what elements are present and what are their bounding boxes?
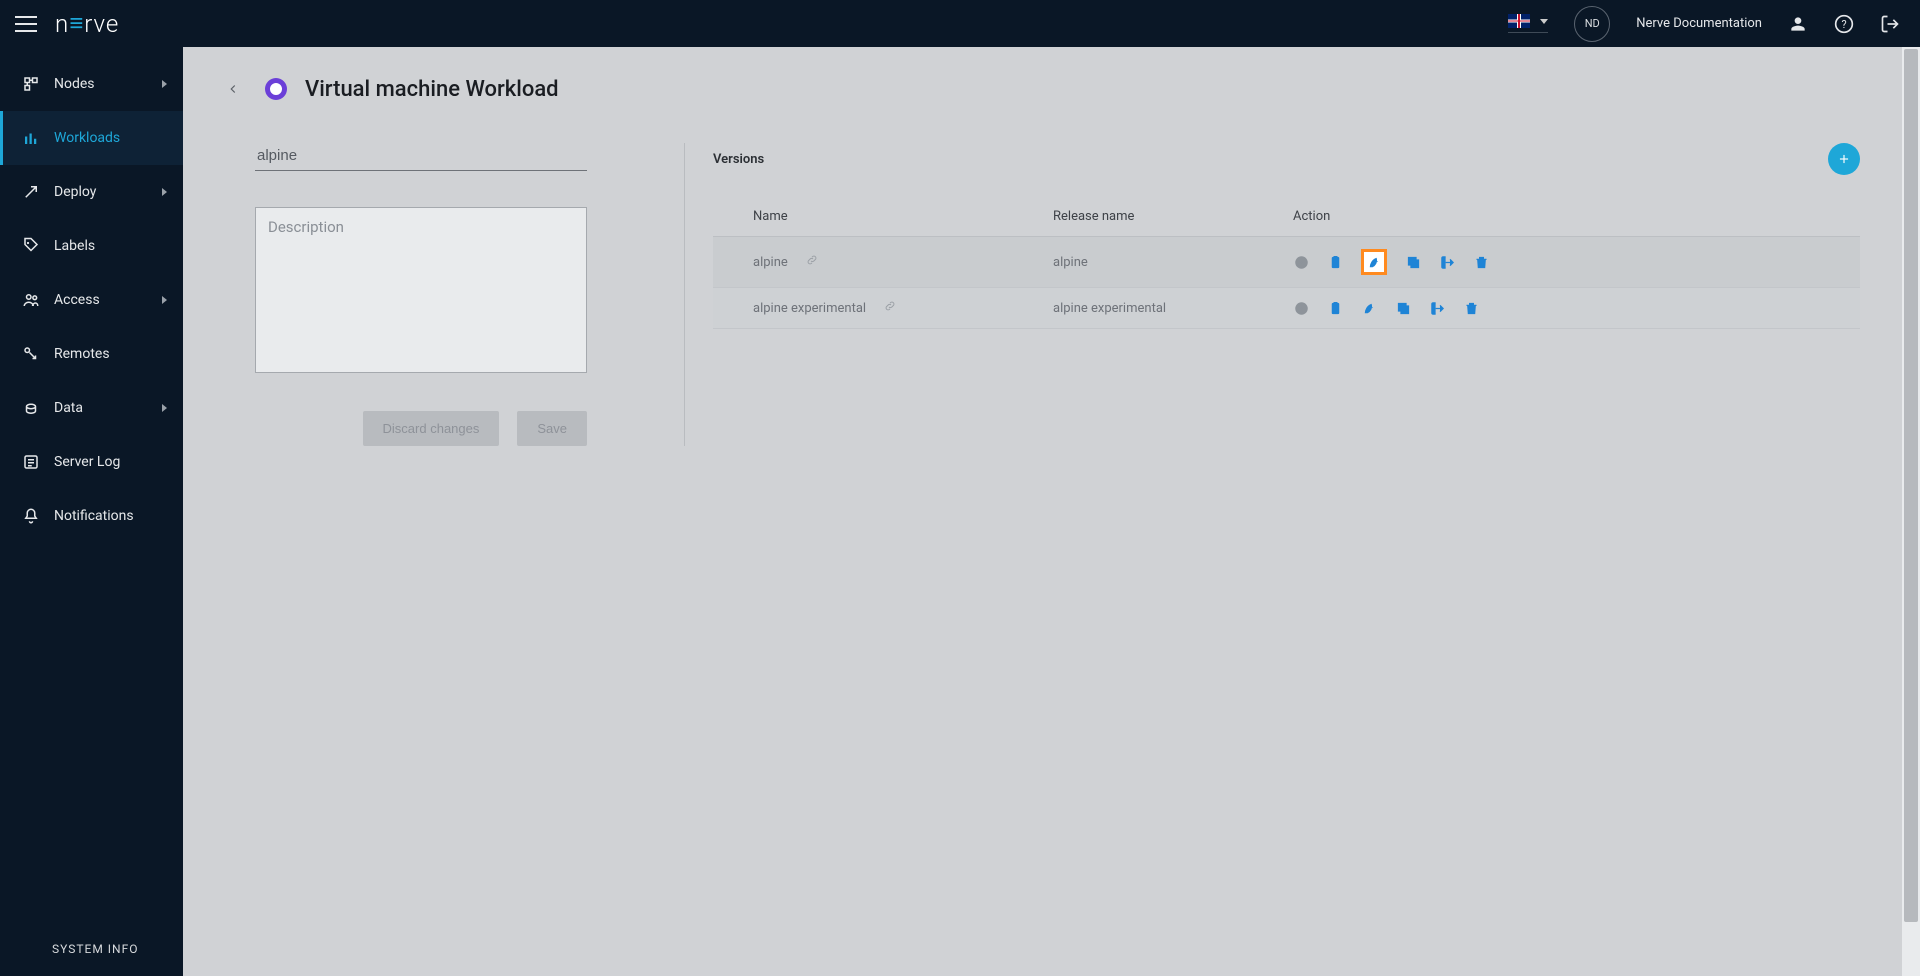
column-name: Name: [753, 209, 1053, 224]
logout-icon[interactable]: [1880, 14, 1900, 34]
trash-icon[interactable]: [1463, 300, 1479, 316]
remotes-icon: [22, 345, 40, 363]
export-icon[interactable]: [1439, 254, 1455, 270]
sidebar-item-label: Labels: [54, 238, 95, 254]
sidebar-item-label: Nodes: [54, 76, 95, 92]
sidebar-item-nodes[interactable]: Nodes: [0, 57, 183, 111]
sidebar-item-deploy[interactable]: Deploy: [0, 165, 183, 219]
unlink-icon: [806, 254, 818, 270]
user-avatar[interactable]: ND: [1574, 6, 1610, 42]
sidebar-item-label: Access: [54, 292, 100, 308]
deploy-action-highlighted[interactable]: [1361, 249, 1387, 275]
sidebar-item-label: Workloads: [54, 130, 120, 146]
language-selector[interactable]: [1508, 14, 1548, 33]
access-icon: [22, 291, 40, 309]
unlink-icon: [884, 300, 896, 316]
main-content: Virtual machine Workload Discard changes…: [183, 47, 1920, 976]
labels-icon: [22, 237, 40, 255]
scrollbar[interactable]: [1902, 47, 1920, 976]
rocket-icon: [1366, 254, 1382, 270]
sidebar-item-label: Data: [54, 400, 83, 416]
sidebar-item-label: Notifications: [54, 508, 134, 524]
add-version-button[interactable]: [1828, 143, 1860, 175]
sidebar-item-labels[interactable]: Labels: [0, 219, 183, 273]
deploy-icon: [22, 183, 40, 201]
clipboard-icon[interactable]: [1327, 254, 1343, 270]
column-release: Release name: [1053, 209, 1293, 224]
trash-icon[interactable]: [1473, 254, 1489, 270]
chevron-right-icon: [162, 188, 167, 196]
copy-icon[interactable]: [1405, 254, 1421, 270]
sidebar-item-label: Server Log: [54, 454, 120, 470]
documentation-link[interactable]: Nerve Documentation: [1636, 16, 1762, 31]
sidebar-item-label: Remotes: [54, 346, 110, 362]
notifications-icon: [22, 507, 40, 525]
sidebar-item-notifications[interactable]: Notifications: [0, 489, 183, 543]
version-name: alpine experimental: [753, 301, 866, 316]
rocket-icon[interactable]: [1361, 300, 1377, 316]
page-title: Virtual machine Workload: [305, 77, 559, 102]
system-info-link[interactable]: SYSTEM INFO: [0, 942, 183, 976]
sidebar-item-label: Deploy: [54, 184, 96, 200]
discard-button[interactable]: Discard changes: [363, 411, 500, 446]
cancel-icon[interactable]: [1293, 254, 1309, 270]
user-icon[interactable]: [1788, 14, 1808, 34]
help-icon[interactable]: ?: [1834, 14, 1854, 34]
workload-type-icon: [265, 78, 287, 100]
chevron-right-icon: [162, 404, 167, 412]
data-icon: [22, 399, 40, 417]
copy-icon[interactable]: [1395, 300, 1411, 316]
table-row[interactable]: alpine experimental alpine experimental: [713, 288, 1860, 329]
serverlog-icon: [22, 453, 40, 471]
flag-uk-icon: [1508, 14, 1530, 28]
sidebar-item-access[interactable]: Access: [0, 273, 183, 327]
versions-heading: Versions: [713, 152, 764, 167]
sidebar-item-remotes[interactable]: Remotes: [0, 327, 183, 381]
versions-table: Name Release name Action alpine alpine: [713, 201, 1860, 329]
workloads-icon: [22, 129, 40, 147]
topbar: n≡rve ND Nerve Documentation ?: [0, 0, 1920, 47]
chevron-right-icon: [162, 296, 167, 304]
cancel-icon[interactable]: [1293, 300, 1309, 316]
version-release: alpine: [1053, 255, 1293, 270]
save-button[interactable]: Save: [517, 411, 587, 446]
nodes-icon: [22, 75, 40, 93]
column-action: Action: [1293, 209, 1820, 224]
chevron-down-icon: [1540, 19, 1548, 24]
logo[interactable]: n≡rve: [55, 9, 119, 38]
workload-description-input[interactable]: [255, 207, 587, 373]
menu-toggle-icon[interactable]: [15, 16, 37, 32]
clipboard-icon[interactable]: [1327, 300, 1343, 316]
sidebar-item-workloads[interactable]: Workloads: [0, 111, 183, 165]
back-button[interactable]: [219, 75, 247, 103]
scrollbar-thumb[interactable]: [1904, 49, 1918, 922]
export-icon[interactable]: [1429, 300, 1445, 316]
sidebar-item-data[interactable]: Data: [0, 381, 183, 435]
sidebar-item-server-log[interactable]: Server Log: [0, 435, 183, 489]
svg-text:?: ?: [1841, 18, 1846, 31]
version-release: alpine experimental: [1053, 301, 1293, 316]
version-name: alpine: [753, 255, 788, 270]
chevron-right-icon: [162, 80, 167, 88]
workload-name-input[interactable]: [255, 143, 587, 171]
sidebar: Nodes Workloads Deploy Labels: [0, 47, 183, 976]
table-row[interactable]: alpine alpine: [713, 237, 1860, 288]
